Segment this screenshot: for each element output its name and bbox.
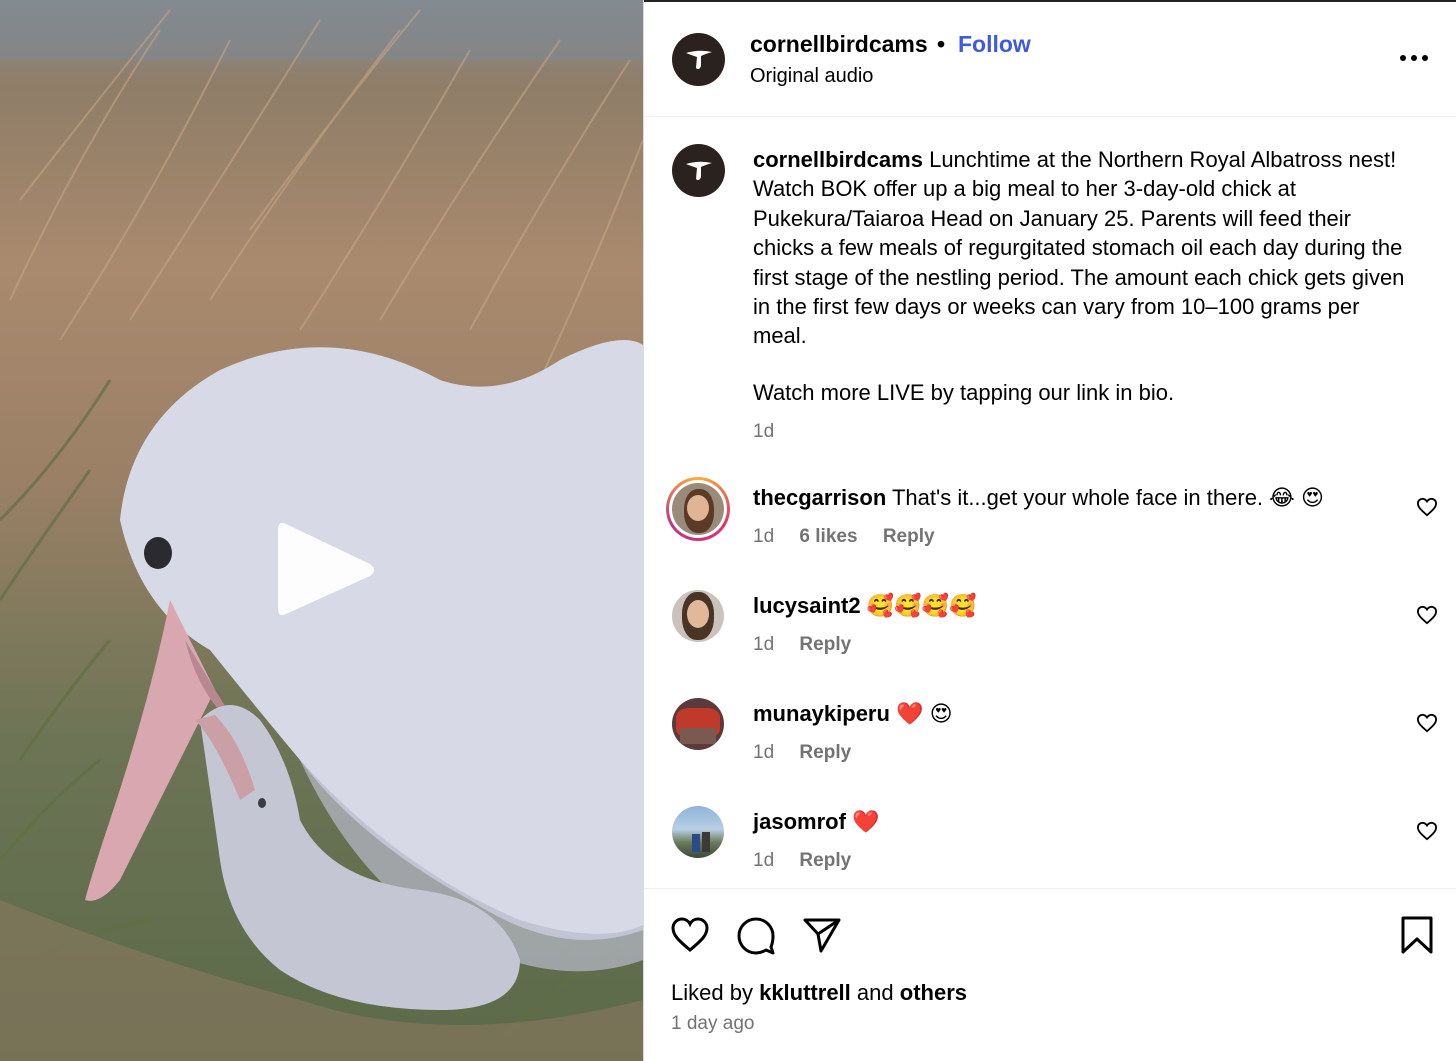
bookmark-icon[interactable] xyxy=(1396,914,1438,956)
likes-user[interactable]: kkluttrell xyxy=(759,980,851,1005)
emoji-laugh: 😂 xyxy=(1269,485,1295,510)
caption-link-note: Watch more LIVE by tapping our link in b… xyxy=(753,380,1175,405)
comment-text: jasomrof ❤️ xyxy=(753,809,879,835)
send-icon[interactable] xyxy=(801,914,843,956)
post-header: cornellbirdcams • Follow Original audio xyxy=(644,2,1456,117)
commenter-avatar[interactable] xyxy=(666,477,730,541)
comment-likes[interactable]: 6 likes xyxy=(799,526,857,547)
emoji-heart-eyes: 😍 xyxy=(1301,485,1324,510)
caption-username[interactable]: cornellbirdcams xyxy=(753,147,923,172)
comment-heart-icon[interactable] xyxy=(1416,497,1438,517)
author-username[interactable]: cornellbirdcams xyxy=(750,31,928,58)
caption-author-avatar[interactable] xyxy=(672,144,725,197)
more-horizontal-icon[interactable] xyxy=(1399,50,1429,66)
likes-prefix: Liked by xyxy=(671,980,753,1005)
reply-button[interactable]: Reply xyxy=(799,850,851,871)
caption-text: cornellbirdcams Lunchtime at the Norther… xyxy=(753,145,1413,351)
emoji-smiling-hearts: 🥰 xyxy=(894,593,922,618)
comment-username[interactable]: lucysaint2 xyxy=(753,593,861,618)
emoji-smiling-hearts: 🥰 xyxy=(948,593,977,618)
emoji-red-heart: ❤️ xyxy=(852,809,880,834)
reply-button[interactable]: Reply xyxy=(799,742,851,763)
likes-and: and xyxy=(856,980,894,1005)
follow-button[interactable]: Follow xyxy=(958,31,1031,58)
comment-time: 1d xyxy=(753,526,775,547)
emoji-smiling-hearts: 🥰 xyxy=(921,593,949,618)
comment-username[interactable]: thecgarrison xyxy=(753,485,886,510)
comment-text: munaykiperu ❤️ 😍 xyxy=(753,701,953,727)
comment-time: 1d xyxy=(753,742,775,763)
comment-meta: 1d Reply xyxy=(753,742,871,764)
caption-timestamp: 1d xyxy=(753,421,775,442)
author-avatar[interactable] xyxy=(672,33,725,86)
likes-summary: Liked by kkluttrell and others xyxy=(671,980,967,1006)
heart-icon[interactable] xyxy=(669,914,711,956)
comment-text: thecgarrison That's it...get your whole … xyxy=(753,485,1324,511)
comment-meta: 1d 6 likes Reply xyxy=(753,526,955,548)
reply-button[interactable]: Reply xyxy=(883,526,935,547)
play-icon[interactable] xyxy=(276,516,378,622)
comment-text: lucysaint2 🥰🥰🥰🥰 xyxy=(753,593,976,619)
separator-dot: • xyxy=(937,31,946,57)
comment-heart-icon[interactable] xyxy=(1416,713,1438,733)
comment-body: That's it...get your whole face in there… xyxy=(891,485,1264,510)
post-timestamp: 1 day ago xyxy=(671,1013,755,1034)
reply-button[interactable]: Reply xyxy=(799,634,851,655)
emoji-heart-eyes: 😍 xyxy=(929,701,953,726)
comment-time: 1d xyxy=(753,850,775,871)
commenter-avatar[interactable] xyxy=(672,806,724,858)
comment-heart-icon[interactable] xyxy=(1416,605,1438,625)
caption-body: Lunchtime at the Northern Royal Albatros… xyxy=(753,147,1405,349)
audio-label[interactable]: Original audio xyxy=(750,65,873,88)
likes-others[interactable]: others xyxy=(900,980,967,1005)
comment-meta: 1d Reply xyxy=(753,634,871,656)
bird-logo-icon xyxy=(685,161,712,180)
emoji-smiling-hearts: 🥰 xyxy=(866,593,895,618)
post-details-panel: cornellbirdcams • Follow Original audio … xyxy=(643,0,1456,1061)
comment-username[interactable]: jasomrof xyxy=(753,809,846,834)
comment-icon[interactable] xyxy=(735,914,777,956)
video-player[interactable] xyxy=(0,0,643,1061)
comment-username[interactable]: munaykiperu xyxy=(753,701,890,726)
emoji-red-heart: ❤️ xyxy=(896,701,924,726)
comment-time: 1d xyxy=(753,634,775,655)
action-bar: Liked by kkluttrell and others 1 day ago xyxy=(644,888,1456,1061)
comment-heart-icon[interactable] xyxy=(1416,821,1438,841)
comment-meta: 1d Reply xyxy=(753,850,871,872)
commenter-avatar[interactable] xyxy=(672,590,724,642)
commenter-avatar[interactable] xyxy=(672,698,724,750)
bird-logo-icon xyxy=(685,50,712,69)
